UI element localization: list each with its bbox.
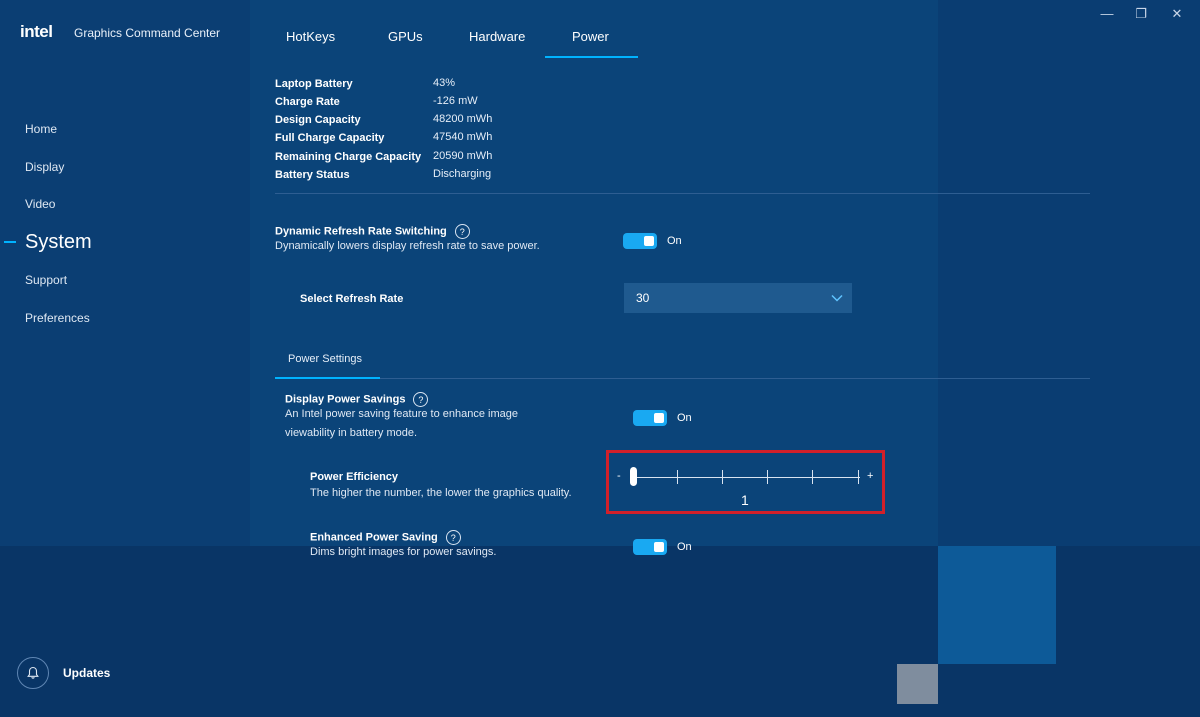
full-charge-capacity-label: Full Charge Capacity [275,132,385,144]
power-efficiency-slider-thumb[interactable] [630,467,637,486]
battery-label: Laptop Battery [275,78,353,90]
display-power-savings-toggle[interactable] [633,410,667,426]
subtab-divider [380,378,1090,379]
updates-button[interactable]: Updates [17,657,110,689]
enhanced-power-saving-toggle-label: On [677,541,692,553]
enhanced-power-saving-title-text: Enhanced Power Saving [310,531,438,544]
remaining-charge-value: 20590 mWh [433,150,493,162]
slider-tick [858,470,859,484]
intel-logo: intel [20,22,53,41]
toggle-knob [654,542,664,552]
slider-minus-label: - [617,470,621,482]
sidebar-item-display[interactable]: Display [25,160,64,174]
decorative-square [938,546,1056,664]
battery-status-label: Battery Status [275,169,350,181]
sidebar-item-video[interactable]: Video [25,197,55,211]
remaining-charge-label: Remaining Charge Capacity [275,151,422,163]
active-nav-marker [4,241,16,243]
decorative-square-small [897,664,938,704]
subtab-indicator [275,377,380,379]
refresh-rate-dropdown[interactable]: 30 [624,283,852,313]
power-efficiency-description: The higher the number, the lower the gra… [310,487,572,499]
design-capacity-label: Design Capacity [275,114,361,126]
charge-rate-label: Charge Rate [275,96,340,108]
tab-hardware[interactable]: Hardware [469,29,525,44]
minimize-button[interactable]: — [1097,6,1117,22]
description-line: An Intel power saving feature to enhance… [285,408,518,420]
sidebar-item-support[interactable]: Support [25,273,67,287]
updates-label: Updates [63,666,111,680]
power-efficiency-slider-track[interactable] [632,477,860,478]
restore-button[interactable]: ❐ [1131,6,1151,22]
toggle-knob [644,236,654,246]
app-title: Graphics Command Center [74,26,221,40]
refresh-switching-description: Dynamically lowers display refresh rate … [275,240,540,252]
chevron-down-icon [831,294,843,302]
toggle-knob [654,413,664,423]
power-efficiency-value: 1 [741,492,749,508]
display-power-savings-toggle-label: On [677,412,692,424]
sidebar-item-system[interactable]: System [25,231,92,254]
display-power-savings-description: An Intel power saving feature to enhance… [285,405,518,443]
slider-plus-label: + [867,470,874,482]
full-charge-capacity-value: 47540 mWh [433,131,493,143]
divider [275,193,1090,194]
active-tab-indicator [545,56,638,58]
sidebar-item-preferences[interactable]: Preferences [25,311,90,325]
refresh-switching-toggle[interactable] [623,233,657,249]
slider-tick [722,470,723,484]
tab-gpus[interactable]: GPUs [388,29,423,44]
slider-tick [767,470,768,484]
battery-status-value: Discharging [433,168,492,180]
enhanced-power-saving-toggle[interactable] [633,539,667,555]
tab-power-settings[interactable]: Power Settings [288,353,362,365]
tab-power[interactable]: Power [572,29,609,44]
refresh-rate-label: Select Refresh Rate [300,293,404,305]
bell-icon [17,657,49,689]
refresh-rate-value: 30 [636,291,650,305]
slider-tick [677,470,678,484]
battery-value: 43% [433,77,456,89]
charge-rate-value: -126 mW [433,95,478,107]
close-button[interactable]: ✕ [1167,6,1187,22]
refresh-switching-title-text: Dynamic Refresh Rate Switching [275,225,447,238]
enhanced-power-saving-description: Dims bright images for power savings. [310,546,497,558]
refresh-switching-toggle-label: On [667,235,682,247]
display-power-savings-title-text: Display Power Savings [285,393,406,406]
tab-hotkeys[interactable]: HotKeys [286,29,335,44]
slider-tick [812,470,813,484]
sidebar-item-home[interactable]: Home [25,122,57,136]
description-line: viewability in battery mode. [285,427,418,439]
design-capacity-value: 48200 mWh [433,113,493,125]
power-efficiency-title: Power Efficiency [310,471,399,483]
